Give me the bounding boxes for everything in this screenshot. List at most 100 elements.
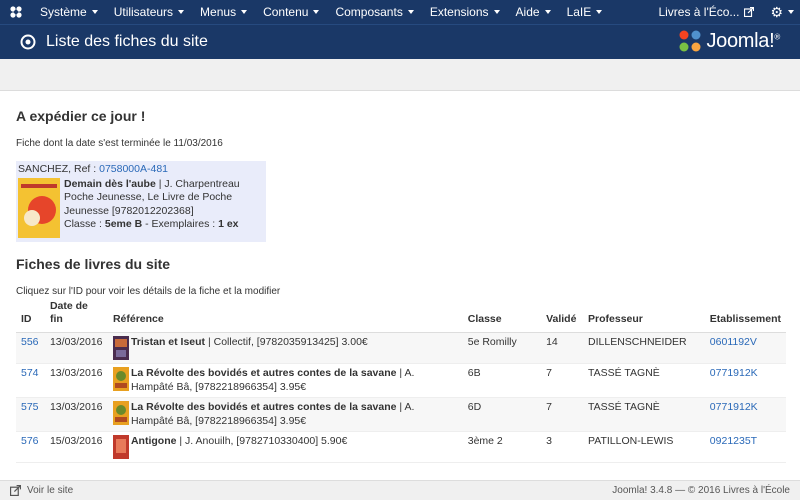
row-classe: 5e Romilly bbox=[462, 332, 542, 364]
view-site-link[interactable]: Voir le site bbox=[10, 485, 73, 496]
col-classe[interactable]: Classe bbox=[462, 296, 542, 333]
row-date: 13/03/2016 bbox=[44, 397, 108, 432]
row-id-link[interactable]: 574 bbox=[21, 367, 39, 379]
row-book-title: La Révolte des bovidés et autres contes … bbox=[130, 367, 397, 379]
view-site-label: Voir le site bbox=[27, 485, 74, 496]
card-body: Demain dès l'aube | J. Charpentreau Poch… bbox=[18, 177, 264, 238]
book-cover-image bbox=[18, 177, 60, 238]
top-navbar: Système Utilisateurs Menus Contenu Compo… bbox=[0, 0, 800, 24]
menu-utilisateurs[interactable]: Utilisateurs bbox=[106, 0, 192, 24]
row-professeur: TASSÉ TAGNÈ bbox=[583, 397, 705, 432]
table-row: 576 15/03/2016 Antigone | J. Anouilh, [9… bbox=[16, 431, 786, 463]
card-book-title: Demain dès l'aube bbox=[64, 177, 156, 190]
menu-aide[interactable]: Aide bbox=[508, 0, 559, 24]
menu-label: Menus bbox=[200, 5, 237, 19]
caret-down-icon bbox=[596, 10, 603, 14]
registered-mark: ® bbox=[774, 31, 780, 41]
page-title: Liste des fiches du site bbox=[46, 33, 208, 50]
row-etab-link[interactable]: 0771912K bbox=[710, 367, 758, 379]
card-info: Demain dès l'aube | J. Charpentreau Poch… bbox=[64, 178, 264, 238]
gear-icon: ⚙ bbox=[770, 3, 783, 20]
book-thumbnail bbox=[112, 336, 129, 360]
menu-label: Utilisateurs bbox=[113, 5, 174, 19]
menu-laie[interactable]: LaIE bbox=[559, 0, 611, 24]
card-owner: SANCHEZ, Ref : bbox=[18, 163, 97, 175]
settings-menu[interactable]: ⚙ bbox=[762, 0, 800, 24]
external-link-icon bbox=[744, 7, 755, 17]
card-ref-link[interactable]: 0758000A-481 bbox=[99, 163, 168, 175]
ship-today-subtitle: Fiche dont la date s'est terminée le 11/… bbox=[16, 138, 223, 149]
row-professeur: TASSÉ TAGNÈ bbox=[583, 363, 705, 398]
caret-down-icon bbox=[493, 10, 500, 14]
col-etablissement[interactable]: Etablissement bbox=[704, 296, 786, 333]
book-thumbnail bbox=[112, 367, 129, 391]
row-reference: Tristan et Iseut | Collectif, [978203591… bbox=[107, 332, 463, 364]
ship-card: SANCHEZ, Ref : 0758000A-481 Demain dès l… bbox=[16, 161, 266, 242]
row-date: 13/03/2016 bbox=[44, 332, 108, 364]
row-book-details: | J. Anouilh, [9782710330400] 5.90€ bbox=[176, 435, 348, 447]
card-class-label: Classe : bbox=[64, 218, 105, 230]
table-row: 556 13/03/2016 Tristan et Iseut | Collec… bbox=[16, 332, 786, 364]
row-date: 13/03/2016 bbox=[44, 363, 108, 398]
caret-down-icon bbox=[788, 10, 794, 14]
col-date[interactable]: Date de fin bbox=[44, 296, 108, 333]
external-link-icon bbox=[10, 485, 21, 496]
menu-label: Contenu bbox=[263, 5, 309, 19]
row-id-link[interactable]: 575 bbox=[21, 401, 39, 413]
menu-label: Système bbox=[40, 5, 87, 19]
site-preview-link[interactable]: Livres à l'Éco... bbox=[650, 0, 762, 24]
list-heading: Fiches de livres du site bbox=[16, 255, 171, 272]
menu-label: Aide bbox=[515, 5, 540, 19]
main-content: A expédier ce jour ! Fiche dont la date … bbox=[16, 108, 786, 297]
list-subtitle: Cliquez sur l'ID pour voir les détails d… bbox=[16, 285, 281, 297]
ship-today-heading: A expédier ce jour ! bbox=[16, 108, 146, 124]
row-reference: La Révolte des bovidés et autres contes … bbox=[107, 397, 463, 432]
col-id[interactable]: ID bbox=[16, 296, 45, 333]
title-bar: Liste des fiches du site Joomla!® bbox=[0, 24, 800, 59]
table-row: 574 13/03/2016 La Révolte des bovidés et… bbox=[16, 363, 786, 398]
toolbar bbox=[0, 59, 800, 91]
row-valide: 7 bbox=[541, 397, 584, 432]
menu-menus[interactable]: Menus bbox=[192, 0, 255, 24]
table-header-row: ID Date de fin Référence Classe Validé Pr… bbox=[16, 296, 786, 333]
brand-name: Joomla! bbox=[706, 29, 775, 52]
fiches-table: ID Date de fin Référence Classe Validé Pr… bbox=[16, 296, 786, 463]
joomla-brand: Joomla!® bbox=[678, 29, 780, 53]
row-etab-link[interactable]: 0771912K bbox=[710, 401, 758, 413]
col-valide[interactable]: Validé bbox=[541, 296, 584, 333]
menu-contenu[interactable]: Contenu bbox=[255, 0, 327, 24]
table-row: 575 13/03/2016 La Révolte des bovidés et… bbox=[16, 397, 786, 432]
site-link-label: Livres à l'Éco... bbox=[658, 5, 740, 19]
col-professeur[interactable]: Professeur bbox=[583, 296, 705, 333]
row-reference: La Révolte des bovidés et autres contes … bbox=[107, 363, 463, 398]
row-professeur: DILLENSCHNEIDER bbox=[583, 332, 705, 364]
target-icon bbox=[20, 34, 36, 50]
row-classe: 6D bbox=[462, 397, 542, 432]
row-classe: 3ème 2 bbox=[462, 431, 542, 463]
col-date-line2: fin bbox=[49, 313, 63, 325]
caret-down-icon bbox=[178, 10, 185, 14]
footer-text: Joomla! 3.4.8 — © 2016 Livres à l'École bbox=[612, 485, 790, 496]
fiches-table-wrap: ID Date de fin Référence Classe Validé Pr… bbox=[16, 296, 786, 463]
row-book-title: Tristan et Iseut bbox=[130, 336, 206, 348]
row-valide: 3 bbox=[541, 431, 584, 463]
menu-composants[interactable]: Composants bbox=[327, 0, 421, 24]
nav-right: Livres à l'Éco... ⚙ bbox=[650, 0, 800, 24]
row-id-link[interactable]: 576 bbox=[21, 435, 39, 447]
card-owner-line: SANCHEZ, Ref : 0758000A-481 bbox=[18, 163, 264, 177]
card-copies-value: 1 ex bbox=[218, 218, 239, 230]
row-id-link[interactable]: 556 bbox=[21, 336, 39, 348]
card-copies-label: - Exemplaires : bbox=[142, 218, 219, 230]
joomla-icon[interactable] bbox=[0, 0, 32, 24]
menu-extensions[interactable]: Extensions bbox=[422, 0, 508, 24]
row-valide: 7 bbox=[541, 363, 584, 398]
menu-label: Extensions bbox=[429, 5, 489, 19]
menu-label: Composants bbox=[335, 5, 403, 19]
row-classe: 6B bbox=[462, 363, 542, 398]
row-etab-link[interactable]: 0601192V bbox=[710, 336, 757, 348]
row-etab-link[interactable]: 0921235T bbox=[710, 435, 757, 447]
menu-systeme[interactable]: Système bbox=[32, 0, 106, 24]
card-class-value: 5eme B bbox=[104, 218, 143, 230]
col-reference[interactable]: Référence bbox=[107, 296, 463, 333]
caret-down-icon bbox=[313, 10, 320, 14]
